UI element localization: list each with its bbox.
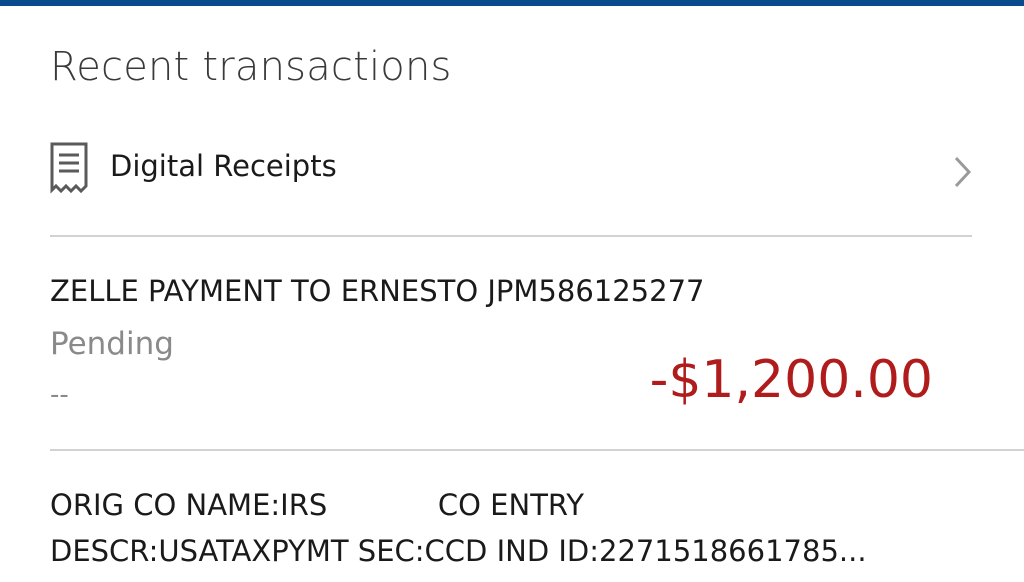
receipt-icon (48, 142, 90, 194)
divider (50, 449, 1024, 451)
chevron-right-icon (950, 154, 974, 190)
digital-receipts-row[interactable]: Digital Receipts (0, 138, 1024, 202)
app-header-bar (0, 0, 1024, 6)
transaction-status: Pending (50, 326, 174, 362)
transactions-screen: Recent transactions Digital Receipts ZEL… (0, 0, 1024, 582)
section-title: Recent transactions (50, 44, 452, 90)
transaction-row[interactable]: ORIG CO NAME:IRS CO ENTRY DESCR:USATAXPY… (0, 452, 1024, 582)
divider (50, 235, 972, 237)
transaction-description-line2: DESCR:USATAXPYMT SEC:CCD IND ID:22715186… (50, 534, 867, 568)
digital-receipts-label: Digital Receipts (110, 149, 337, 183)
transaction-amount: -$1,200.00 (649, 350, 933, 410)
transaction-description-line1: ORIG CO NAME:IRS CO ENTRY (50, 488, 584, 522)
transaction-description: ZELLE PAYMENT TO ERNESTO JPM586125277 (50, 274, 705, 308)
transaction-row[interactable]: ZELLE PAYMENT TO ERNESTO JPM586125277 Pe… (0, 238, 1024, 449)
transaction-date: -- (50, 380, 69, 410)
